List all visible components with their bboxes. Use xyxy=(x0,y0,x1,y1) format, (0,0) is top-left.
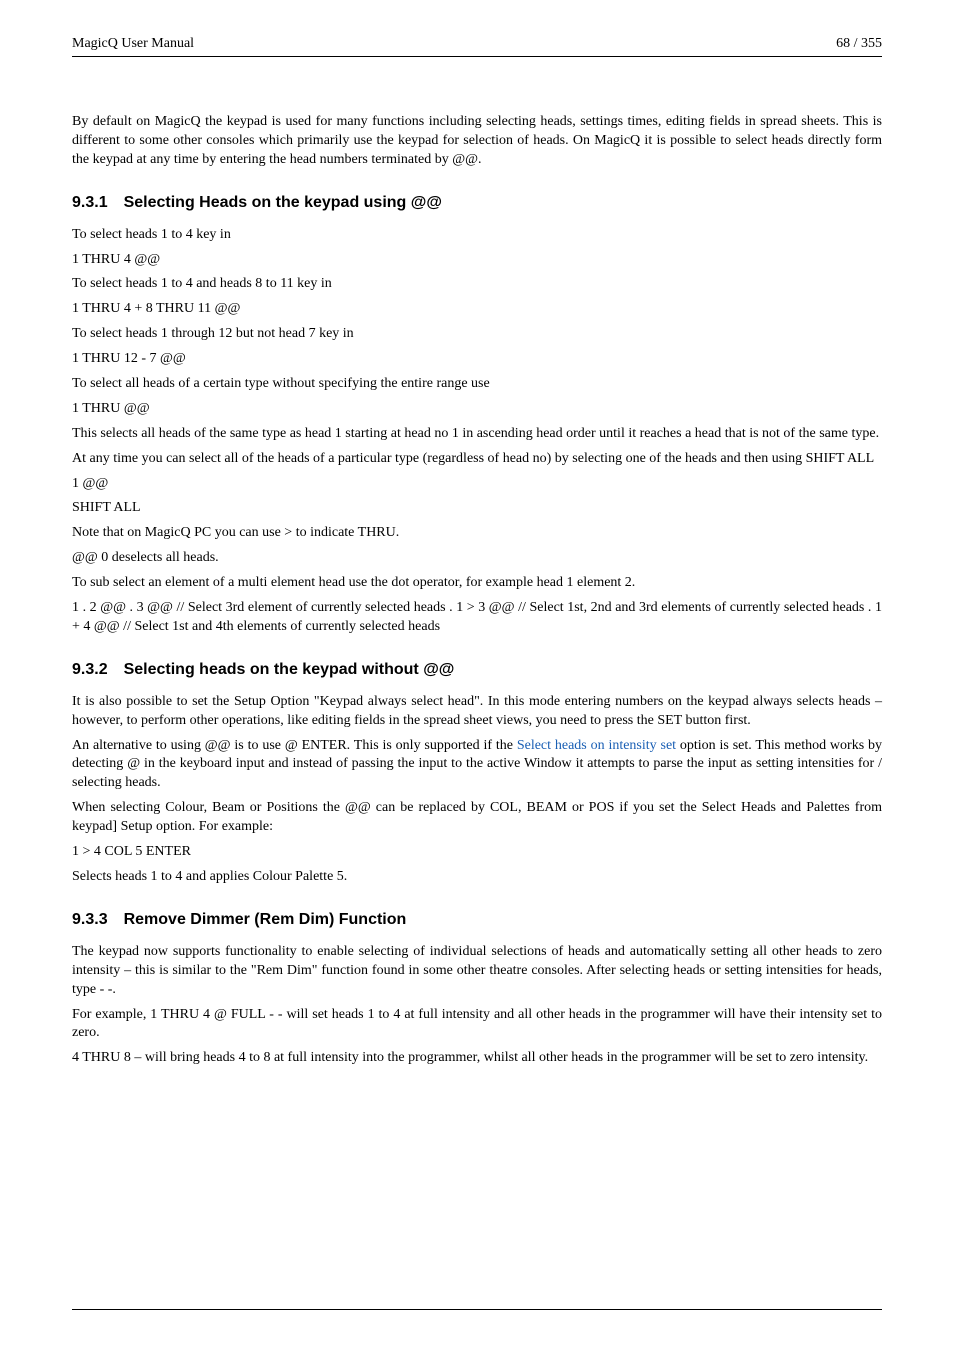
body-text: To select all heads of a certain type wi… xyxy=(72,375,882,394)
body-text: To select heads 1 to 4 and heads 8 to 11… xyxy=(72,275,882,294)
body-text: 1 > 4 COL 5 ENTER xyxy=(72,843,882,862)
body-text: 1 THRU @@ xyxy=(72,400,882,419)
heading-9-3-3: 9.3.3 Remove Dimmer (Rem Dim) Function xyxy=(72,911,882,929)
intro-paragraph: By default on MagicQ the keypad is used … xyxy=(72,113,882,170)
page-header: MagicQ User Manual 68 / 355 xyxy=(72,36,882,57)
body-text: For example, 1 THRU 4 @ FULL - - will se… xyxy=(72,1006,882,1044)
header-page-number: 68 / 355 xyxy=(836,36,882,52)
heading-9-3-2: 9.3.2 Selecting heads on the keypad with… xyxy=(72,661,882,679)
body-text: When selecting Colour, Beam or Positions… xyxy=(72,799,882,837)
body-text: To select heads 1 to 4 key in xyxy=(72,226,882,245)
body-text: 1 THRU 4 @@ xyxy=(72,251,882,270)
body-text: 1 THRU 4 + 8 THRU 11 @@ xyxy=(72,300,882,319)
body-text: At any time you can select all of the he… xyxy=(72,450,882,469)
page: MagicQ User Manual 68 / 355 By default o… xyxy=(0,0,954,1350)
body-text: 1 @@ xyxy=(72,475,882,494)
body-text: To sub select an element of a multi elem… xyxy=(72,574,882,593)
body-text: To select heads 1 through 12 but not hea… xyxy=(72,325,882,344)
body-text: An alternative to using @@ is to use @ E… xyxy=(72,737,882,794)
body-text: The keypad now supports functionality to… xyxy=(72,943,882,1000)
link-select-heads-on-intensity-set[interactable]: Select heads on intensity set xyxy=(517,738,676,753)
header-title: MagicQ User Manual xyxy=(72,36,194,52)
body-text: It is also possible to set the Setup Opt… xyxy=(72,693,882,731)
body-text: 1 THRU 12 - 7 @@ xyxy=(72,350,882,369)
body-text-span: An alternative to using @@ is to use @ E… xyxy=(72,738,517,753)
body-text: Selects heads 1 to 4 and applies Colour … xyxy=(72,868,882,887)
body-text: SHIFT ALL xyxy=(72,499,882,518)
body-text: @@ 0 deselects all heads. xyxy=(72,549,882,568)
body-text: This selects all heads of the same type … xyxy=(72,425,882,444)
body-text: 4 THRU 8 – will bring heads 4 to 8 at fu… xyxy=(72,1049,882,1068)
footer-rule xyxy=(72,1309,882,1310)
body-text: Note that on MagicQ PC you can use > to … xyxy=(72,524,882,543)
heading-9-3-1: 9.3.1 Selecting Heads on the keypad usin… xyxy=(72,194,882,212)
body-text: 1 . 2 @@ . 3 @@ // Select 3rd element of… xyxy=(72,599,882,637)
